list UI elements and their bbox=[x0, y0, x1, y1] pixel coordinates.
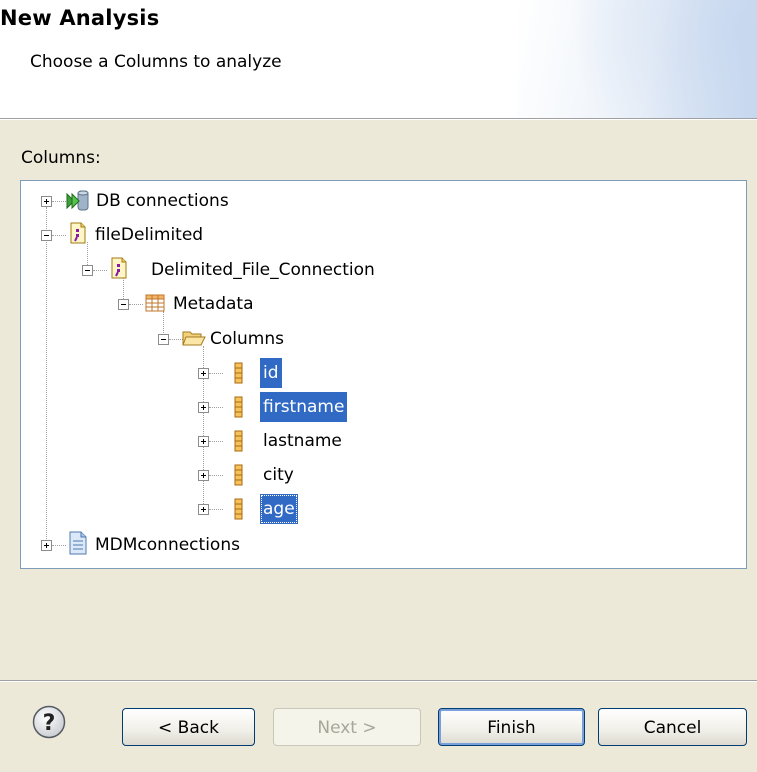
columns-label: Columns: bbox=[21, 148, 101, 168]
expand-icon[interactable] bbox=[41, 196, 52, 207]
next-button[interactable]: Next > bbox=[273, 708, 421, 746]
table-icon bbox=[145, 294, 165, 312]
collapse-icon[interactable] bbox=[118, 299, 129, 310]
finish-button[interactable]: Finish bbox=[438, 708, 585, 746]
cancel-button[interactable]: Cancel bbox=[598, 708, 747, 746]
folder-open-icon bbox=[182, 331, 206, 346]
tree-node-column-age[interactable]: age bbox=[260, 494, 298, 524]
expand-icon[interactable] bbox=[198, 402, 209, 413]
tree-connector bbox=[93, 270, 107, 271]
column-icon bbox=[234, 464, 243, 486]
mdm-document-icon bbox=[69, 531, 87, 555]
expand-icon[interactable] bbox=[198, 436, 209, 447]
tree-node-column-firstname[interactable]: firstname bbox=[260, 392, 348, 422]
expand-icon[interactable] bbox=[198, 368, 209, 379]
columns-tree[interactable]: DB connections fileDelimited Delimited_F… bbox=[20, 180, 747, 569]
tree-node-column-city[interactable]: city bbox=[260, 460, 297, 490]
collapse-icon[interactable] bbox=[158, 334, 169, 345]
file-connection-icon bbox=[111, 257, 127, 279]
expand-icon[interactable] bbox=[198, 470, 209, 481]
tree-connector bbox=[52, 201, 66, 202]
tree-connector bbox=[209, 407, 223, 408]
db-connections-icon bbox=[66, 190, 89, 211]
tree-connector bbox=[52, 235, 66, 236]
collapse-icon[interactable] bbox=[41, 230, 52, 241]
tree-node-column-lastname[interactable]: lastname bbox=[260, 426, 345, 456]
collapse-icon[interactable] bbox=[82, 265, 93, 276]
tree-connector bbox=[209, 441, 223, 442]
tree-connector bbox=[209, 509, 223, 510]
expand-icon[interactable] bbox=[41, 540, 52, 551]
tree-node-delimited-file-connection[interactable]: Delimited_File_Connection bbox=[148, 255, 378, 285]
column-icon bbox=[234, 498, 243, 520]
header-gradient bbox=[517, 0, 757, 118]
tree-connector bbox=[209, 475, 223, 476]
tree-node-columns[interactable]: Columns bbox=[207, 324, 287, 354]
page-subtitle: Choose a Columns to analyze bbox=[30, 52, 282, 72]
header-divider bbox=[0, 118, 757, 120]
tree-connector bbox=[129, 304, 143, 305]
tree-node-metadata[interactable]: Metadata bbox=[170, 289, 257, 319]
column-icon bbox=[234, 430, 243, 452]
tree-node-db-connections[interactable]: DB connections bbox=[93, 186, 232, 216]
file-delimited-icon bbox=[70, 222, 86, 244]
expand-icon[interactable] bbox=[198, 504, 209, 515]
tree-node-file-delimited[interactable]: fileDelimited bbox=[92, 220, 206, 250]
page-title: New Analysis bbox=[0, 6, 160, 30]
tree-connector bbox=[46, 207, 47, 547]
column-icon bbox=[234, 396, 243, 418]
back-button[interactable]: < Back bbox=[122, 708, 255, 746]
tree-connector bbox=[169, 339, 183, 340]
column-icon bbox=[234, 362, 243, 384]
footer-divider bbox=[0, 680, 757, 682]
dialog-header: New Analysis Choose a Columns to analyze bbox=[0, 0, 757, 118]
tree-node-mdm-connections[interactable]: MDMconnections bbox=[92, 530, 243, 560]
tree-node-column-id[interactable]: id bbox=[260, 358, 282, 388]
help-icon[interactable]: ? bbox=[32, 705, 66, 739]
svg-text:?: ? bbox=[43, 711, 56, 736]
tree-connector bbox=[52, 545, 66, 546]
tree-connector bbox=[209, 373, 223, 374]
